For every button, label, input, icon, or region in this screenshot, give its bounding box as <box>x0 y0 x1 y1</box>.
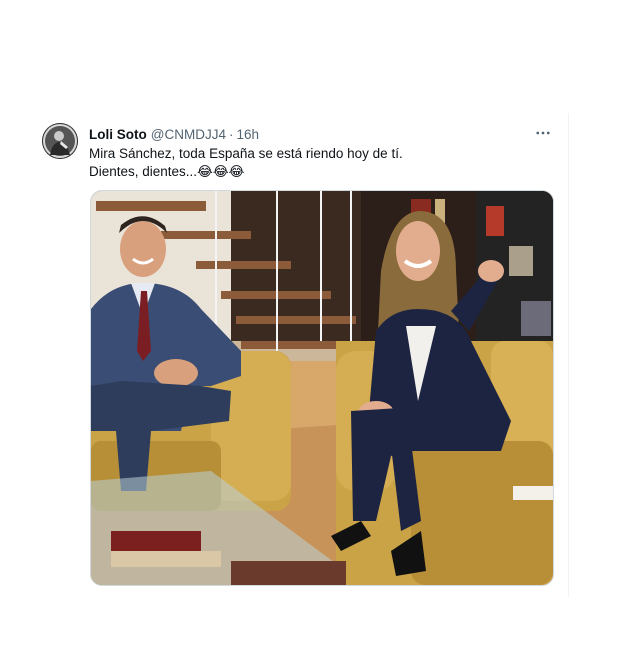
tweet-header: Loli Soto @CNMDJJ4 · 16h <box>89 124 259 144</box>
timestamp[interactable]: 16h <box>236 127 259 142</box>
tweet-photo[interactable] <box>90 190 554 586</box>
separator-dot: · <box>228 126 234 142</box>
display-name[interactable]: Loli Soto <box>89 127 147 142</box>
more-horizontal-icon[interactable] <box>532 123 554 143</box>
tweet-text-line-2: Dientes, dientes...😂😂😂 <box>89 164 245 179</box>
tweet-card[interactable]: Loli Soto @CNMDJJ4 · 16h Mira Sánchez, t… <box>30 113 569 597</box>
user-handle[interactable]: @CNMDJJ4 <box>151 127 226 142</box>
tweet-text-line-1: Mira Sánchez, toda España se está riendo… <box>89 146 403 161</box>
profile-avatar[interactable] <box>42 123 78 159</box>
tweet-text: Mira Sánchez, toda España se está riendo… <box>89 145 549 181</box>
